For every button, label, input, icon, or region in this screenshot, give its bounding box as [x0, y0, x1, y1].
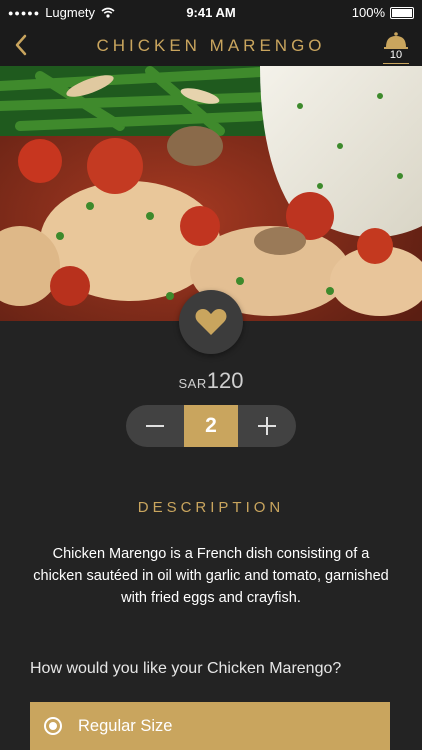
quantity-stepper: 2 [126, 405, 296, 447]
price-currency: SAR [178, 376, 207, 391]
cart-underline [383, 63, 409, 64]
price-amount: 120 [206, 368, 244, 393]
page-title: CHICKEN MARENGO [96, 36, 326, 55]
heart-icon [195, 309, 227, 335]
cart-button[interactable]: 10 [380, 28, 412, 64]
minus-icon [146, 425, 164, 427]
battery-percent: 100% [351, 5, 385, 20]
plus-icon [258, 417, 276, 435]
dish-photo-art [0, 66, 422, 321]
size-option-regular[interactable]: Regular Size [30, 702, 390, 750]
nav-bar: CHICKEN MARENGO 10 [0, 26, 422, 66]
status-right: 100% [352, 5, 414, 20]
size-question: How would you like your Chicken Marengo? [30, 660, 342, 677]
status-bar: ●●●●● Lugmety 9:41 AM 100% [0, 0, 422, 26]
increase-quantity-button[interactable] [238, 405, 296, 447]
battery-icon [390, 6, 414, 19]
dish-photo [0, 66, 422, 321]
size-option-label: Regular Size [78, 716, 173, 735]
price: SAR120 [0, 368, 422, 394]
decrease-quantity-button[interactable] [126, 405, 184, 447]
favorite-button[interactable] [179, 290, 243, 354]
description-text: Chicken Marengo is a French dish consist… [33, 546, 389, 606]
cart-count: 10 [389, 49, 403, 61]
radio-selected-icon[interactable] [44, 717, 62, 735]
quantity-value: 2 [184, 405, 238, 447]
description-heading: DESCRIPTION [137, 499, 285, 516]
